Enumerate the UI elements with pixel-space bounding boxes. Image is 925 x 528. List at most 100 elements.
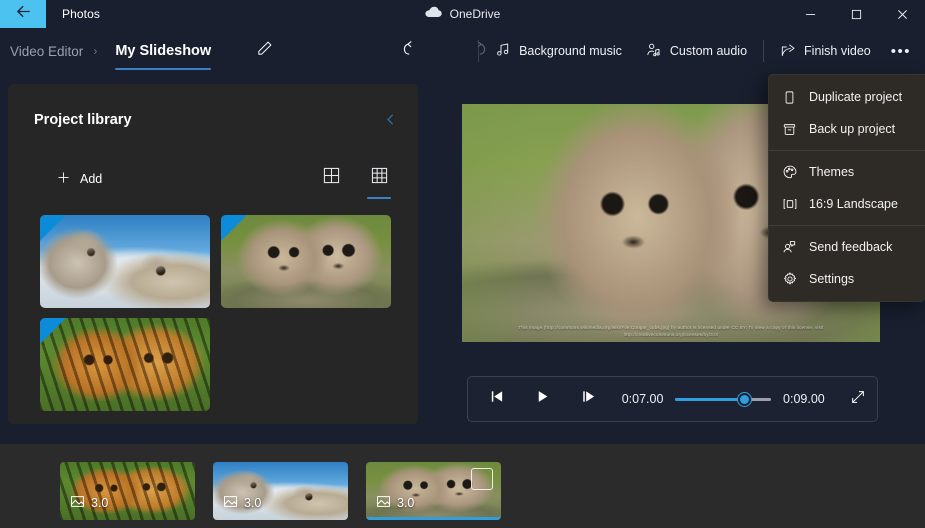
share-export-icon bbox=[780, 42, 796, 61]
total-time: 0:09.00 bbox=[783, 392, 825, 406]
palette-icon bbox=[781, 164, 798, 180]
grid-small-icon bbox=[371, 167, 388, 189]
finish-video-label: Finish video bbox=[804, 44, 871, 58]
next-frame-icon bbox=[581, 389, 596, 409]
clip-duration-badge: 3.0 bbox=[376, 494, 414, 512]
command-bar-right: Background music Custom audio Finish vid… bbox=[474, 28, 925, 74]
project-library-panel: Project library Add bbox=[8, 84, 418, 424]
menu-item-label: Duplicate project bbox=[809, 90, 903, 104]
timeline-clip[interactable]: 3.0 bbox=[213, 462, 348, 520]
previous-frame-button[interactable] bbox=[477, 382, 515, 416]
previous-frame-icon bbox=[489, 389, 504, 409]
play-button[interactable] bbox=[523, 382, 561, 416]
rename-project-button[interactable] bbox=[245, 35, 283, 67]
back-arrow-icon bbox=[15, 3, 32, 25]
library-item[interactable] bbox=[40, 215, 210, 308]
music-note-icon bbox=[495, 42, 511, 61]
menu-separator bbox=[769, 225, 925, 226]
project-title-tab[interactable]: My Slideshow bbox=[101, 28, 225, 74]
undo-icon bbox=[401, 39, 420, 63]
add-media-button[interactable]: Add bbox=[48, 165, 110, 193]
custom-audio-button[interactable]: Custom audio bbox=[634, 34, 759, 68]
menu-item-label: Settings bbox=[809, 272, 855, 286]
timeline-clip[interactable]: 3.0 bbox=[60, 462, 195, 520]
back-button[interactable] bbox=[0, 0, 46, 28]
menu-item-settings[interactable]: Settings bbox=[769, 263, 925, 295]
gear-icon bbox=[781, 271, 798, 287]
collapse-library-button[interactable] bbox=[376, 108, 404, 136]
menu-item-label: Send feedback bbox=[809, 240, 893, 254]
divider bbox=[478, 40, 480, 62]
timeline-clip-list: 3.0 3.0 3.0 bbox=[60, 462, 501, 520]
clip-selected-indicator bbox=[366, 517, 501, 520]
feedback-icon bbox=[781, 239, 798, 255]
onedrive-label: OneDrive bbox=[449, 7, 501, 21]
library-item[interactable] bbox=[221, 215, 391, 308]
current-time: 0:07.00 bbox=[621, 392, 664, 406]
title-bar: Photos OneDrive bbox=[0, 0, 925, 28]
menu-item-label: 16:9 Landscape bbox=[809, 197, 898, 211]
image-icon bbox=[223, 494, 238, 512]
breadcrumb-separator: › bbox=[93, 44, 98, 58]
more-options-button[interactable]: ••• bbox=[883, 34, 925, 68]
add-media-label: Add bbox=[80, 172, 103, 186]
custom-audio-label: Custom audio bbox=[669, 44, 748, 58]
menu-item-back-up-project[interactable]: Back up project bbox=[769, 113, 925, 145]
menu-item-duplicate-project[interactable]: Duplicate project bbox=[769, 81, 925, 113]
view-toggle-group bbox=[314, 162, 396, 199]
command-bar: Video Editor › My Slideshow Background m… bbox=[0, 28, 925, 74]
maximize-button[interactable] bbox=[833, 0, 879, 28]
pencil-icon bbox=[256, 40, 273, 62]
undo-button[interactable] bbox=[391, 35, 429, 67]
project-library-title: Project library bbox=[34, 112, 132, 128]
seek-slider[interactable] bbox=[675, 390, 772, 408]
seek-thumb[interactable] bbox=[737, 392, 751, 406]
image-icon bbox=[376, 494, 391, 512]
duplicate-icon bbox=[781, 90, 798, 105]
play-icon bbox=[535, 389, 550, 409]
menu-separator bbox=[769, 150, 925, 151]
selected-corner-badge bbox=[40, 215, 66, 241]
next-frame-button[interactable] bbox=[569, 382, 607, 416]
menu-item-aspect-ratio[interactable]: 16:9 Landscape bbox=[769, 188, 925, 220]
timeline-clip[interactable]: 3.0 bbox=[366, 462, 501, 520]
clip-duration-badge: 3.0 bbox=[70, 494, 108, 512]
clip-duration-badge: 3.0 bbox=[223, 494, 261, 512]
more-options-menu: Duplicate project Back up project Themes bbox=[768, 74, 925, 302]
view-active-underline bbox=[367, 196, 391, 199]
menu-item-label: Themes bbox=[809, 165, 855, 179]
clip-duration-text: 3.0 bbox=[91, 496, 109, 510]
plus-icon bbox=[56, 170, 71, 188]
selected-corner-badge bbox=[40, 318, 66, 344]
clip-duration-text: 3.0 bbox=[244, 496, 262, 510]
selected-corner-badge bbox=[221, 215, 247, 241]
background-music-button[interactable]: Background music bbox=[483, 34, 634, 68]
menu-item-themes[interactable]: Themes bbox=[769, 156, 925, 188]
breadcrumb-video-editor[interactable]: Video Editor bbox=[0, 44, 89, 59]
page-title: My Slideshow bbox=[115, 43, 212, 59]
close-button[interactable] bbox=[879, 0, 925, 28]
image-icon bbox=[70, 494, 85, 512]
aspect-ratio-icon bbox=[781, 196, 798, 212]
menu-item-send-feedback[interactable]: Send feedback bbox=[769, 231, 925, 263]
minimize-button[interactable] bbox=[787, 0, 833, 28]
cloud-icon bbox=[425, 5, 442, 23]
clip-select-checkbox[interactable] bbox=[471, 468, 493, 490]
app-name: Photos bbox=[62, 7, 100, 21]
more-options-icon: ••• bbox=[890, 42, 911, 60]
seek-fill bbox=[675, 397, 745, 401]
archive-box-icon bbox=[781, 122, 798, 137]
library-item[interactable] bbox=[40, 318, 210, 411]
view-large-grid-button[interactable] bbox=[314, 162, 348, 194]
preview-attribution-caption: This image (http://commons.wikimedia.org… bbox=[518, 325, 824, 337]
active-tab-underline bbox=[115, 67, 212, 70]
window-controls bbox=[787, 0, 925, 28]
fullscreen-button[interactable] bbox=[839, 382, 877, 416]
person-audio-icon bbox=[646, 42, 662, 61]
view-small-grid-button[interactable] bbox=[362, 162, 396, 199]
storyboard-timeline: 3.0 3.0 3.0 bbox=[0, 444, 925, 528]
photos-video-editor-window: Photos OneDrive Video Editor › My Slides… bbox=[0, 0, 925, 528]
fullscreen-icon bbox=[850, 389, 866, 410]
finish-video-button[interactable]: Finish video bbox=[768, 34, 883, 68]
clip-duration-text: 3.0 bbox=[397, 496, 415, 510]
